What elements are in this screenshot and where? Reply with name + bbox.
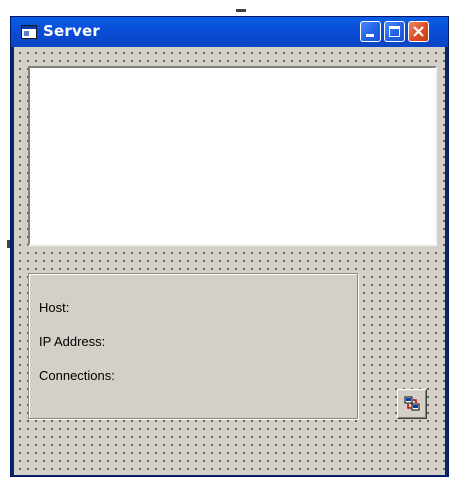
ip-address-label: IP Address: <box>39 334 106 349</box>
minimize-button[interactable] <box>360 21 381 42</box>
server-form-window: Server Host: IP Address: Connections: <box>10 16 449 477</box>
title-bar[interactable]: Server <box>11 17 448 47</box>
host-label: Host: <box>39 300 70 315</box>
close-icon <box>413 26 424 37</box>
maximize-button[interactable] <box>384 21 405 42</box>
form-design-surface[interactable]: Host: IP Address: Connections: <box>14 47 445 475</box>
close-button[interactable] <box>408 21 429 42</box>
resize-handle-top[interactable] <box>236 9 246 12</box>
winsock-control[interactable] <box>397 389 427 419</box>
server-info-frame[interactable]: Host: IP Address: Connections: <box>28 273 358 419</box>
maximize-icon <box>389 26 400 37</box>
connections-label: Connections: <box>39 368 115 383</box>
form-icon <box>21 25 37 39</box>
minimize-icon <box>366 34 374 37</box>
log-textbox[interactable] <box>28 66 437 246</box>
window-title: Server <box>43 22 100 40</box>
winsock-control-icon <box>404 396 420 411</box>
page: Server Host: IP Address: Connections: <box>0 0 451 485</box>
